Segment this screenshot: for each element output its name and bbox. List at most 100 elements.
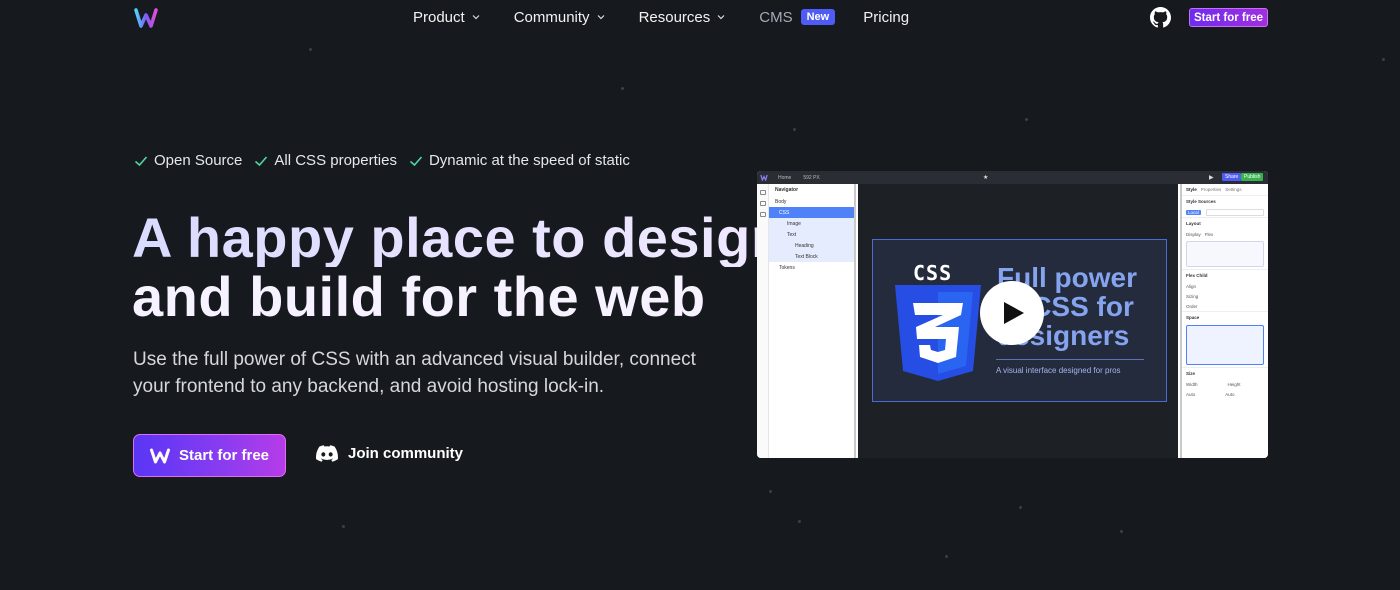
feature-label: Dynamic at the speed of static — [428, 152, 630, 169]
size-label: Width — [1186, 381, 1198, 387]
pages-icon — [759, 212, 766, 217]
hero-subtitle: Use the full power of CSS with an advanc… — [133, 349, 696, 397]
background-star — [793, 128, 796, 131]
nav-item-label: CMS — [759, 8, 793, 26]
start-for-free-button[interactable]: Start for free — [133, 434, 286, 477]
check-icon — [255, 155, 268, 166]
feature-label: Open Source — [154, 152, 243, 169]
background-star — [342, 525, 345, 528]
background-star — [309, 48, 312, 51]
builder-home-label: Home — [778, 174, 792, 181]
navigator-row: Body — [775, 198, 787, 205]
spacing-box — [1186, 325, 1264, 365]
tab-settings: Settings — [1225, 187, 1242, 192]
navigator-row: Text Block — [769, 251, 854, 262]
size-label: Height — [1227, 381, 1241, 387]
feature-list: Open Source All CSS properties Dynamic a… — [134, 152, 630, 169]
style-source-input — [1205, 208, 1264, 216]
nav-item-community[interactable]: Community — [514, 9, 605, 26]
background-star — [798, 520, 801, 523]
flex-row: Order — [1186, 303, 1198, 309]
nav-item-label: Pricing — [863, 8, 910, 26]
discord-icon — [316, 445, 338, 462]
canvas-caption: A visual interface designed for pros — [996, 366, 1121, 375]
background-star — [945, 555, 948, 558]
chevron-down-icon — [472, 15, 480, 20]
navigator-title: Navigator — [775, 187, 799, 193]
style-source-tag: Local — [1186, 209, 1201, 215]
join-community-button[interactable]: Join community — [316, 445, 463, 462]
flex-alignment-grid — [1186, 241, 1264, 267]
check-icon — [134, 155, 148, 166]
nav-item-label: Community — [513, 8, 590, 26]
navigator-row: Tokens — [779, 264, 795, 271]
nav-item-product[interactable]: Product — [413, 9, 480, 26]
feature-item: Dynamic at the speed of static — [409, 152, 630, 169]
nav-item-label: Product — [413, 8, 465, 26]
video-frame: CSS Full power of CSS for designers A vi… — [872, 239, 1167, 402]
background-star — [1019, 506, 1022, 509]
panel-section-title: Flex Child — [1182, 269, 1268, 281]
panel-section-title: Space — [1182, 311, 1268, 323]
size-labels-row: Width Height — [1182, 379, 1268, 389]
breakpoint-star-icon: ★ — [983, 175, 989, 181]
navigator-panel: Navigator Body CSS Image Text Heading Te… — [769, 184, 856, 458]
nav-item-resources[interactable]: Resources — [639, 9, 726, 26]
github-icon[interactable] — [1150, 7, 1171, 28]
display-row: Display Flex — [1182, 229, 1268, 239]
nav-start-button[interactable]: Start for free — [1189, 8, 1268, 27]
builder-toolbar — [757, 184, 769, 458]
panel-section-title: Size — [1182, 367, 1268, 379]
feature-item: All CSS properties — [254, 152, 397, 169]
css-wordmark: CSS — [913, 261, 953, 285]
webstudio-logo-icon[interactable] — [134, 7, 158, 29]
tab-style: Style — [1186, 187, 1197, 192]
panel-section-title: Layout — [1182, 217, 1268, 229]
add-icon — [759, 190, 766, 195]
canvas-divider — [996, 359, 1144, 360]
nav-item-label: Resources — [638, 8, 711, 26]
hero-title: A happy place to design and build for th… — [132, 208, 786, 326]
tab-properties: Properties — [1200, 187, 1222, 192]
background-star — [1120, 530, 1123, 533]
css3-shield-icon — [895, 285, 981, 381]
style-source-row: Local — [1182, 207, 1268, 217]
navigator-row: Text — [769, 229, 854, 240]
main-nav: Product Community Resources CMS New Pric… — [413, 0, 943, 34]
chevron-down-icon — [717, 15, 725, 20]
background-star — [1382, 58, 1385, 61]
webstudio-logo-icon — [149, 448, 170, 463]
builder-width-label: 592 PX — [803, 174, 820, 181]
hero-title-line-1: A happy place to design — [132, 206, 786, 269]
play-video-button[interactable] — [980, 281, 1044, 345]
panel-section-title: Style Sources — [1182, 195, 1268, 207]
style-panel: Style Properties Settings Style Sources … — [1180, 184, 1268, 458]
style-panel-tabs: Style Properties Settings — [1182, 184, 1268, 195]
hero-title-line-2: and build for the web — [132, 265, 706, 328]
navigator-row: CSS — [769, 207, 854, 218]
background-star — [769, 490, 772, 493]
background-star — [1025, 118, 1028, 121]
chevron-down-icon — [597, 15, 604, 20]
new-badge: New — [800, 9, 836, 25]
size-values-row: Auto Auto — [1182, 389, 1268, 399]
nav-item-cms[interactable]: CMS New — [759, 8, 836, 26]
publish-button: Publish — [1241, 173, 1264, 181]
builder-canvas: CSS Full power of CSS for designers A vi… — [858, 184, 1178, 458]
display-label: Display — [1186, 231, 1201, 237]
preview-play-icon: ▶ — [1209, 175, 1214, 181]
share-button: Share — [1222, 173, 1242, 181]
button-label: Start for free — [178, 447, 270, 464]
feature-item: Open Source — [134, 152, 242, 169]
flex-row: Sizing — [1186, 293, 1199, 299]
navigator-row: Image — [769, 218, 854, 229]
navigator-row: Heading — [769, 240, 854, 251]
button-label: Join community — [348, 445, 464, 462]
check-icon — [409, 155, 423, 166]
builder-preview: Home 592 PX ★ ▶ Share Publish Navigator … — [757, 171, 1268, 458]
background-star — [621, 87, 624, 90]
size-value: Auto — [1186, 391, 1196, 397]
size-value: Auto — [1225, 391, 1235, 397]
nav-item-pricing[interactable]: Pricing — [863, 9, 909, 26]
webstudio-logo-icon — [760, 174, 768, 181]
